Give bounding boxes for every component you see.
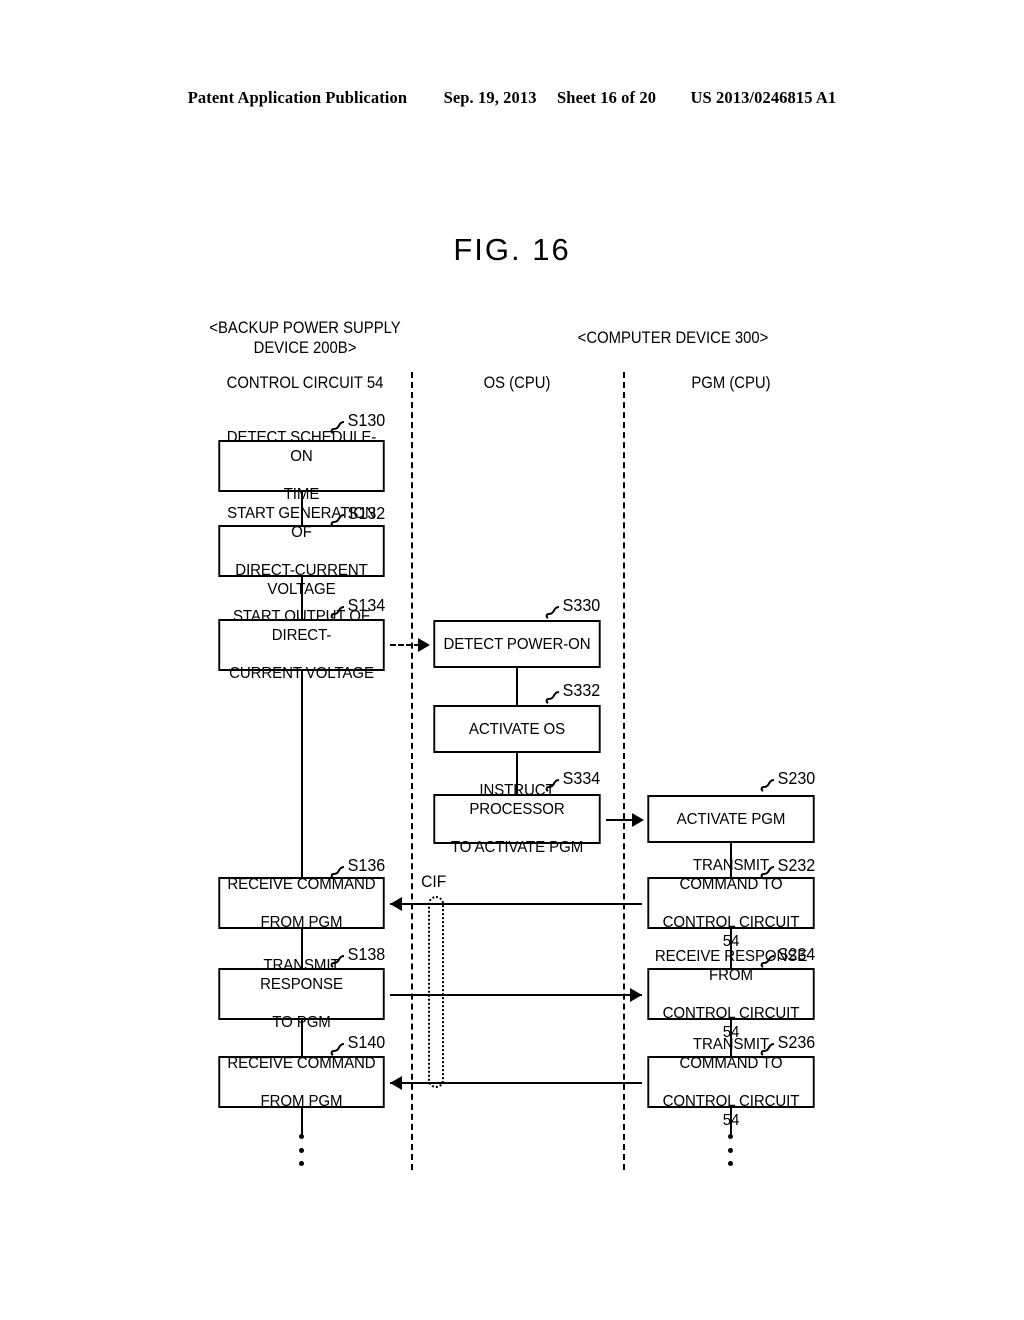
ellipsis-dot bbox=[727, 1161, 733, 1166]
process-box-s330[interactable]: DETECT POWER-ON bbox=[433, 620, 601, 668]
step-label-s236: S236 bbox=[777, 1032, 816, 1052]
step-leader-hook-s136 bbox=[330, 866, 345, 879]
step-label-s134: S134 bbox=[347, 595, 386, 615]
arrowhead-to-s140 bbox=[390, 1076, 402, 1090]
process-box-text: RECEIVE COMMAND FROM PGM bbox=[224, 1054, 380, 1111]
step-leader-hook-s140 bbox=[330, 1043, 345, 1056]
process-box-s134[interactable]: START OUTPUT OF DIRECT- CURRENT VOLTAGE bbox=[218, 608, 385, 682]
process-box-s230[interactable]: ACTIVATE PGM bbox=[647, 795, 815, 843]
step-label-s334: S334 bbox=[562, 768, 601, 788]
step-leader-hook-s230 bbox=[760, 779, 775, 792]
process-text-line2: TO ACTIVATE PGM bbox=[450, 839, 584, 856]
lane-title-line1: <BACKUP POWER SUPPLY bbox=[209, 319, 401, 337]
process-box-text: START OUTPUT OF DIRECT- CURRENT VOLTAGE bbox=[220, 607, 383, 683]
step-label-s332: S332 bbox=[562, 680, 601, 700]
process-text-line2: FROM PGM bbox=[260, 913, 343, 931]
process-text-line2: DIRECT-CURRENT VOLTAGE bbox=[235, 561, 368, 598]
step-label-s232: S232 bbox=[777, 855, 816, 875]
step-label-s138: S138 bbox=[347, 944, 386, 964]
process-text-line1: RECEIVE COMMAND bbox=[227, 875, 376, 893]
lane-actor-os-cpu: OS (CPU) bbox=[437, 373, 597, 393]
process-text-line2: FROM PGM bbox=[260, 1092, 343, 1110]
lane-actor-text: CONTROL CIRCUIT 54 bbox=[226, 374, 384, 392]
step-label-s136: S136 bbox=[347, 855, 386, 875]
process-text-line2: TIME bbox=[283, 486, 320, 503]
continuation-ellipsis-left bbox=[298, 1134, 304, 1166]
process-text-line1: DETECT POWER-ON bbox=[443, 635, 591, 653]
process-box-s234[interactable]: RECEIVE RESPONSE FROM CONTROL CIRCUIT 54 bbox=[647, 948, 815, 1041]
lane-title-line2: DEVICE 200B> bbox=[253, 339, 357, 357]
step-leader-hook-s132 bbox=[330, 514, 345, 527]
arrowhead-to-s234 bbox=[630, 988, 642, 1002]
process-text-line2: CURRENT VOLTAGE bbox=[229, 665, 374, 682]
step-leader-hook-s134 bbox=[330, 606, 345, 619]
arrowhead-to-s330 bbox=[418, 638, 430, 652]
process-box-s236[interactable]: TRANSMIT COMMAND TO CONTROL CIRCUIT 54 bbox=[647, 1036, 815, 1129]
step-leader-hook-s236 bbox=[760, 1043, 775, 1056]
lane-actor-text: PGM (CPU) bbox=[691, 374, 771, 392]
lane-actor-control-circuit: CONTROL CIRCUIT 54 bbox=[202, 373, 409, 393]
process-box-text: ACTIVATE PGM bbox=[673, 810, 789, 829]
step-leader-hook-s138 bbox=[330, 955, 345, 968]
process-box-text: RECEIVE COMMAND FROM PGM bbox=[224, 875, 380, 932]
process-box-text: DETECT SCHEDULE-ON TIME bbox=[220, 428, 383, 504]
process-text-line1: ACTIVATE PGM bbox=[676, 810, 786, 828]
process-text-line2: CONTROL CIRCUIT 54 bbox=[662, 1092, 800, 1129]
continuation-ellipsis-right bbox=[727, 1134, 733, 1166]
step-label-s132: S132 bbox=[347, 503, 386, 523]
process-box-s136[interactable]: RECEIVE COMMAND FROM PGM bbox=[218, 875, 385, 932]
connector-s330-s332 bbox=[516, 668, 518, 705]
arrowhead-to-s230 bbox=[632, 813, 644, 827]
process-box-text: ACTIVATE OS bbox=[465, 720, 569, 739]
ellipsis-dot bbox=[727, 1147, 733, 1153]
step-label-s330: S330 bbox=[562, 595, 601, 615]
ellipsis-dot bbox=[298, 1147, 304, 1153]
process-box-s232[interactable]: TRANSMIT COMMAND TO CONTROL CIRCUIT 54 bbox=[647, 857, 815, 950]
connector-s134-s136 bbox=[301, 671, 303, 877]
process-box-text: DETECT POWER-ON bbox=[440, 635, 595, 654]
step-leader-hook-s334 bbox=[545, 779, 560, 792]
process-box-text: INSTRUCT PROCESSOR TO ACTIVATE PGM bbox=[435, 781, 599, 857]
step-leader-hook-s232 bbox=[760, 866, 775, 879]
step-leader-hook-s234 bbox=[760, 955, 775, 968]
process-box-s130[interactable]: DETECT SCHEDULE-ON TIME bbox=[218, 429, 385, 503]
step-label-s140: S140 bbox=[347, 1032, 386, 1052]
process-text-line1: DETECT SCHEDULE-ON bbox=[226, 429, 377, 465]
process-box-s334[interactable]: INSTRUCT PROCESSOR TO ACTIVATE PGM bbox=[433, 782, 601, 856]
lane-actor-pgm-cpu: PGM (CPU) bbox=[651, 373, 811, 393]
step-label-s130: S130 bbox=[347, 410, 386, 430]
process-box-s132[interactable]: START GENERATION OF DIRECT-CURRENT VOLTA… bbox=[218, 505, 385, 598]
interface-label-cif: CIF bbox=[421, 872, 447, 891]
ellipsis-dot bbox=[298, 1134, 304, 1139]
ellipsis-dot bbox=[727, 1134, 733, 1139]
lane-divider-right bbox=[623, 372, 625, 1170]
step-leader-hook-s332 bbox=[545, 691, 560, 704]
lane-title-computer-device: <COMPUTER DEVICE 300> bbox=[525, 328, 822, 348]
process-box-s332[interactable]: ACTIVATE OS bbox=[433, 705, 601, 753]
connector-s140-continuation bbox=[301, 1108, 303, 1134]
step-leader-hook-s130 bbox=[330, 421, 345, 434]
step-label-s230: S230 bbox=[777, 768, 816, 788]
flowchart-diagram: <BACKUP POWER SUPPLY DEVICE 200B> <COMPU… bbox=[0, 0, 1024, 1320]
process-text-line1: ACTIVATE OS bbox=[468, 720, 566, 738]
signal-dc-voltage-to-power-on bbox=[390, 644, 420, 646]
step-leader-hook-s330 bbox=[545, 606, 560, 619]
step-label-s234: S234 bbox=[777, 944, 816, 964]
lane-actor-text: OS (CPU) bbox=[483, 374, 551, 392]
lane-title-text: <COMPUTER DEVICE 300> bbox=[577, 329, 769, 347]
ellipsis-dot bbox=[298, 1161, 304, 1166]
process-box-s140[interactable]: RECEIVE COMMAND FROM PGM bbox=[218, 1054, 385, 1111]
arrowhead-to-s136 bbox=[390, 897, 402, 911]
process-box-s138[interactable]: TRANSMIT RESPONSE TO PGM bbox=[218, 957, 385, 1031]
process-text-line2: TO PGM bbox=[272, 1014, 331, 1031]
interface-capsule-cif bbox=[428, 896, 444, 1088]
process-text-line1: RECEIVE COMMAND bbox=[227, 1054, 376, 1072]
lane-divider-left bbox=[411, 372, 413, 1170]
lane-title-backup-power-supply: <BACKUP POWER SUPPLY DEVICE 200B> bbox=[202, 318, 409, 358]
process-box-text: TRANSMIT RESPONSE TO PGM bbox=[220, 956, 383, 1032]
